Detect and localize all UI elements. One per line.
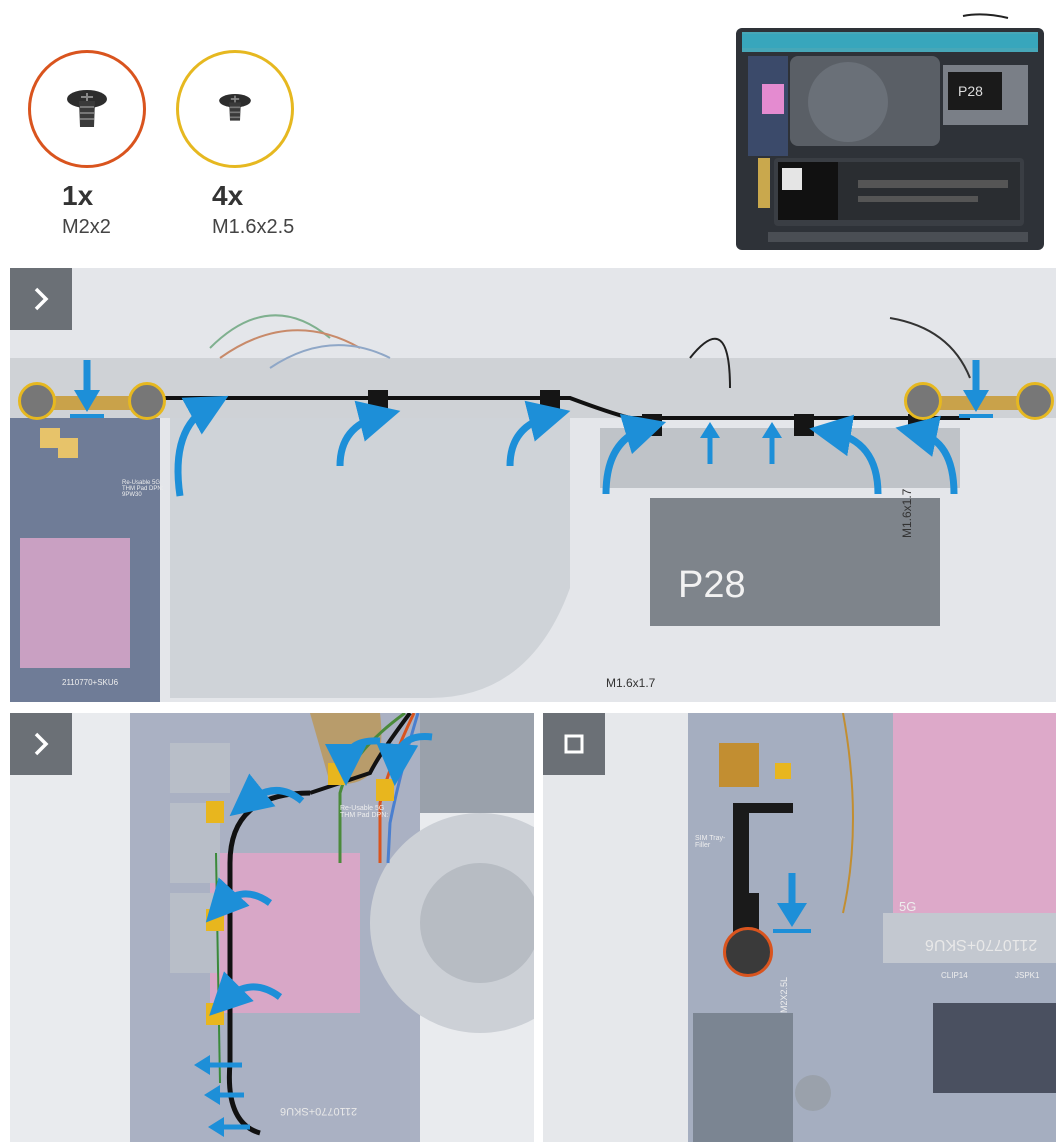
step1-arrow-down-right — [959, 360, 993, 418]
overview-shield-label: P28 — [958, 83, 983, 99]
step2-next-button[interactable] — [10, 713, 72, 775]
step1-peel-arrow-2 — [336, 400, 401, 467]
step1-arrow-up-2 — [762, 422, 782, 464]
screw-m2x2-ring — [28, 50, 146, 168]
screw-m16x25-size: M1.6x2.5 — [212, 216, 295, 238]
step3-done-button[interactable] — [543, 713, 605, 775]
step1-arrow-down-left — [70, 360, 104, 418]
step3-arrow-down — [773, 873, 811, 933]
laptop-overview-image: P28 — [728, 10, 1051, 255]
step3-arrows — [773, 873, 811, 933]
step1-panel: P28 M1.6x1.7 M1.6x1.7 Re-Usable 5G THM P… — [10, 268, 1056, 702]
step1-peel-arrow-5 — [809, 414, 882, 495]
screw-m2x2-quantity: 1x — [62, 180, 94, 211]
step3-panel: 2110770+SKU6 5G JSPK1 CLIP14 SIM Tray-Fi… — [543, 713, 1056, 1142]
step2-arrow-4 — [205, 877, 273, 923]
screw-m16x25-quantity: 4x — [212, 180, 244, 211]
step1-arrows — [70, 360, 993, 497]
screw-icon — [67, 90, 107, 127]
screw-m16x25-ring — [176, 50, 294, 168]
step2-arrows — [194, 733, 433, 1137]
step1-peel-arrow-3 — [506, 400, 571, 467]
step2-arrow-5 — [209, 971, 283, 1016]
step1-peel-arrow-4 — [602, 413, 667, 495]
step2-arrow-1 — [325, 737, 381, 786]
step2-arrow-3 — [229, 773, 305, 817]
step1-arrow-up-1 — [700, 422, 720, 464]
step2-arrow-left-3 — [208, 1117, 250, 1137]
step1-peel-arrow-6 — [895, 415, 958, 495]
chevron-right-icon — [34, 732, 49, 756]
step1-next-button[interactable] — [10, 268, 72, 330]
step2-arrow-2 — [376, 733, 433, 786]
screw-m2x2-size: M2x2 — [62, 216, 111, 238]
step2-arrow-left-2 — [204, 1085, 244, 1105]
step1-peel-arrow-1 — [174, 395, 229, 497]
step2-arrow-left-1 — [194, 1055, 242, 1075]
screw-icon — [219, 94, 251, 121]
step2-panel: 2110770+SKU6 Re-Usable 5G THM Pad DPN: — [10, 713, 534, 1142]
chevron-right-icon — [34, 287, 49, 311]
square-stop-icon — [564, 734, 584, 754]
